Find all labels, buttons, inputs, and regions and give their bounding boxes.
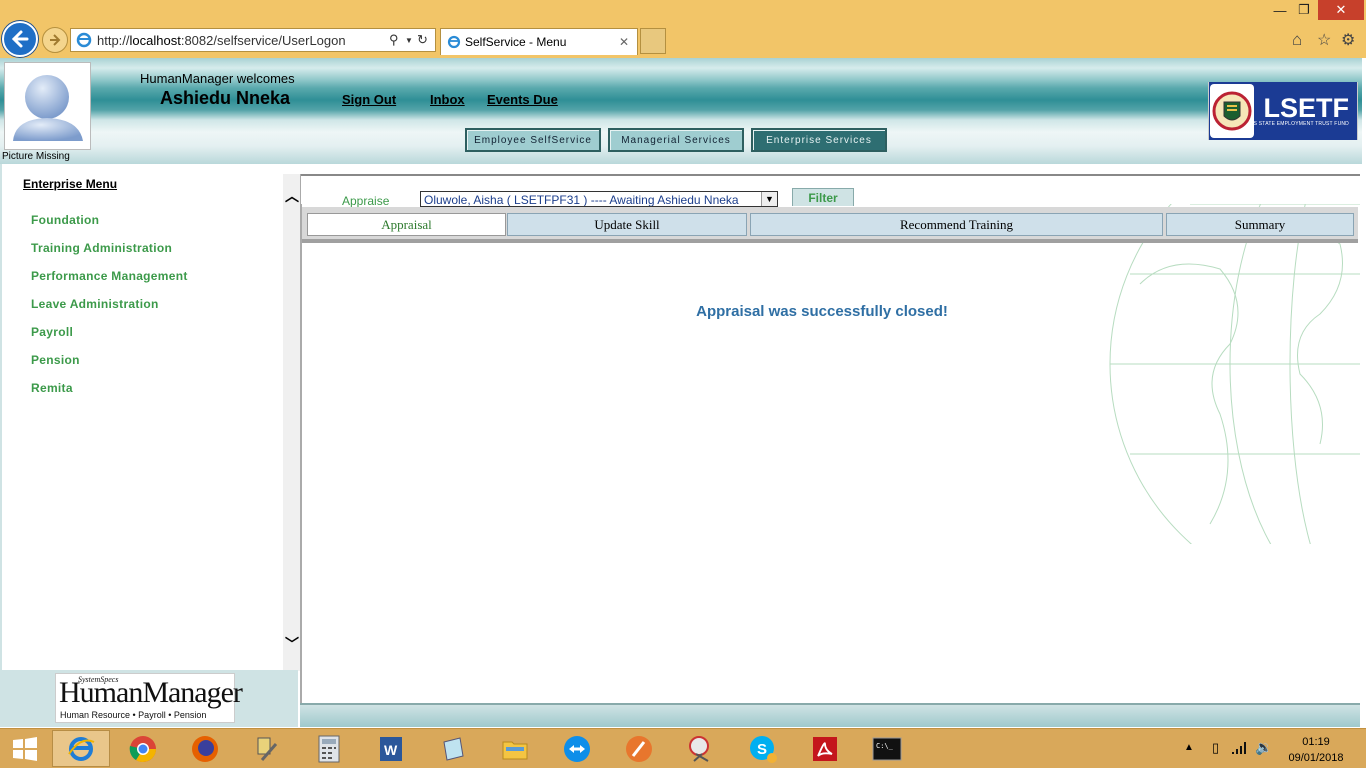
sidebar-item-foundation[interactable]: Foundation — [31, 213, 99, 227]
home-icon[interactable]: ⌂ — [1292, 30, 1302, 50]
scroll-down-icon[interactable]: ﹀ — [285, 634, 299, 654]
inbox-link[interactable]: Inbox — [430, 92, 465, 107]
taskbar-word-icon[interactable]: W — [362, 730, 420, 767]
tab-update-skill[interactable]: Update Skill — [507, 213, 747, 236]
address-url: http://localhost:8082/selfservice/UserLo… — [97, 32, 346, 48]
taskbar-firefox-icon[interactable] — [176, 730, 234, 767]
back-arrow-icon — [11, 30, 29, 48]
svg-text:C:\_: C:\_ — [876, 742, 894, 750]
photo-caption: Picture Missing — [2, 151, 70, 162]
browser-tab[interactable]: SelfService - Menu ✕ — [440, 28, 638, 55]
close-window-button[interactable]: ✕ — [1318, 0, 1364, 20]
employee-selfservice-button[interactable]: Employee SelfService — [465, 128, 601, 152]
battery-icon[interactable]: ▯ — [1212, 740, 1219, 756]
minimize-button[interactable]: — — [1270, 0, 1290, 20]
success-message: Appraisal was successfully closed! — [696, 303, 948, 320]
show-hidden-icons-button[interactable]: ▲ — [1184, 742, 1194, 753]
taskbar-snipping-tool-icon[interactable] — [672, 730, 730, 767]
volume-icon[interactable]: 🔉 — [1255, 739, 1272, 756]
settings-gear-icon[interactable]: ⚙ — [1341, 30, 1355, 50]
lagos-seal-icon — [1210, 84, 1254, 138]
taskbar-skype-icon[interactable]: S — [734, 730, 792, 767]
start-button[interactable] — [0, 730, 50, 767]
address-bar[interactable]: http://localhost:8082/selfservice/UserLo… — [70, 28, 436, 52]
refresh-icon[interactable]: ↻ — [417, 32, 435, 48]
appraise-select-value: Oluwole, Aisha ( LSETFPF31 ) ---- Awaiti… — [424, 193, 739, 207]
forward-button[interactable] — [42, 27, 68, 53]
sidebar-item-remita[interactable]: Remita — [31, 381, 73, 395]
welcome-text: HumanManager welcomes — [140, 71, 295, 86]
events-due-link[interactable]: Events Due — [487, 92, 558, 107]
sign-out-link[interactable]: Sign Out — [342, 92, 396, 107]
taskbar-teamviewer-icon[interactable] — [548, 730, 606, 767]
appraise-label: Appraise — [342, 194, 390, 208]
new-tab-button[interactable] — [640, 28, 666, 54]
taskbar-file-explorer-icon[interactable] — [486, 730, 544, 767]
dropdown-arrow-icon[interactable]: ▼ — [405, 36, 417, 45]
ie-tab-icon — [447, 35, 461, 49]
main-footer-bar — [300, 703, 1360, 727]
ie-page-icon — [76, 32, 92, 48]
tab-appraisal[interactable]: Appraisal — [307, 213, 506, 236]
select-arrow-icon[interactable]: ▼ — [761, 192, 777, 206]
humanmanager-logo-brand: SystemSpecs — [78, 675, 119, 684]
taskbar-pen-tool-icon[interactable] — [610, 730, 668, 767]
humanmanager-logo-tagline: Human Resource • Payroll • Pension — [60, 710, 207, 720]
taskbar-acrobat-icon[interactable] — [796, 730, 854, 767]
tab-recommend-training[interactable]: Recommend Training — [750, 213, 1163, 236]
sidebar-item-payroll[interactable]: Payroll — [31, 325, 73, 339]
scroll-up-icon[interactable]: ︿ — [285, 186, 299, 206]
taskbar-notepad-icon[interactable] — [424, 730, 482, 767]
appraisal-tabs: Appraisal Update Skill Recommend Trainin… — [302, 207, 1358, 243]
appraise-select[interactable]: Oluwole, Aisha ( LSETFPF31 ) ---- Awaiti… — [420, 191, 778, 207]
enterprise-services-button[interactable]: Enterprise Services — [751, 128, 887, 152]
user-photo — [4, 62, 91, 150]
tab-close-icon[interactable]: ✕ — [619, 35, 637, 49]
sidebar-item-leave-administration[interactable]: Leave Administration — [31, 297, 159, 311]
windows-logo-icon — [13, 736, 37, 761]
sidebar-item-pension[interactable]: Pension — [31, 353, 80, 367]
signal-icon[interactable] — [1231, 741, 1247, 755]
managerial-services-button[interactable]: Managerial Services — [608, 128, 744, 152]
sidebar-title: Enterprise Menu — [23, 177, 118, 191]
favorites-star-icon[interactable]: ☆ — [1317, 30, 1331, 50]
back-button[interactable] — [2, 21, 38, 57]
tab-title: SelfService - Menu — [465, 35, 567, 49]
tab-summary[interactable]: Summary — [1166, 213, 1354, 236]
taskbar-tools-icon[interactable] — [238, 730, 296, 767]
user-name: Ashiedu Nneka — [160, 88, 291, 108]
forward-arrow-icon — [50, 34, 61, 46]
system-clock[interactable]: 01:19 09/01/2018 — [1276, 734, 1356, 766]
svg-text:S: S — [757, 741, 767, 758]
filter-button[interactable]: Filter — [792, 188, 854, 206]
sidebar-scrollbar[interactable]: ︿ ﹀ — [283, 174, 300, 671]
avatar-placeholder-icon — [13, 75, 83, 141]
humanmanager-logo: HumanManager SystemSpecs Human Resource … — [55, 673, 243, 723]
taskbar-command-prompt-icon[interactable]: C:\_ — [858, 730, 916, 767]
sidebar-item-performance-management[interactable]: Performance Management — [31, 269, 188, 283]
search-icon[interactable]: ⚲ — [389, 32, 405, 48]
sidebar-item-training-administration[interactable]: Training Administration — [31, 241, 172, 255]
taskbar-chrome-icon[interactable] — [114, 730, 172, 767]
taskbar-calculator-icon[interactable] — [300, 730, 358, 767]
taskbar-ie-icon[interactable] — [52, 730, 110, 767]
clock-date: 09/01/2018 — [1288, 752, 1344, 764]
restore-button[interactable]: ❐ — [1294, 0, 1314, 20]
svg-text:W: W — [384, 742, 398, 758]
clock-time: 01:19 — [1302, 736, 1330, 748]
sidebar: Enterprise Menu Foundation Training Admi… — [0, 164, 300, 727]
